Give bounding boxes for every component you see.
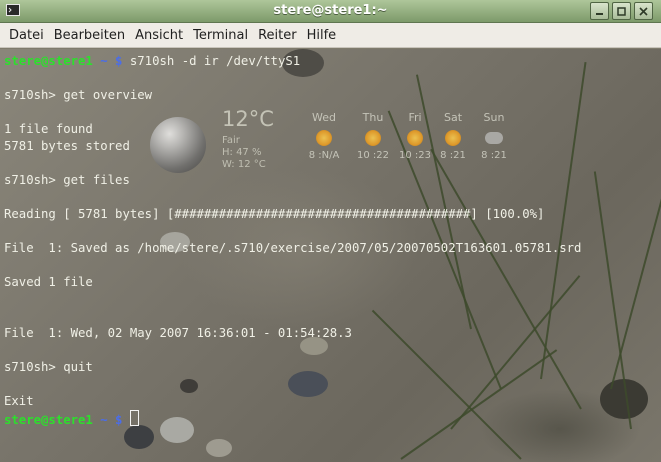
terminal-line: Reading [ 5781 bytes] [#################…	[4, 207, 545, 221]
terminal-area[interactable]: 12°C Fair H: 47 % W: 12 °C Wed 8 :N/A Th…	[0, 49, 661, 462]
terminal-line: Saved 1 file	[4, 275, 93, 289]
prompt-user: stere@stere1	[4, 413, 93, 427]
prompt-user: stere@stere1	[4, 54, 93, 68]
terminal-line: File 1: Saved as /home/stere/.s710/exerc…	[4, 241, 582, 255]
prompt-symbol: ~ $	[92, 54, 130, 68]
pebble	[124, 425, 154, 449]
close-button[interactable]	[634, 2, 653, 20]
terminal-window: stere@stere1:~ Datei Bearbeiten Ansicht …	[0, 0, 661, 462]
terminal-line: s710sh> get overview	[4, 88, 153, 102]
menu-bar: Datei Bearbeiten Ansicht Terminal Reiter…	[0, 23, 661, 48]
menu-terminal[interactable]: Terminal	[193, 28, 248, 43]
text-cursor	[129, 410, 139, 426]
minimize-button[interactable]	[590, 2, 609, 20]
terminal-line: 1 file found	[4, 122, 93, 136]
pebble	[206, 439, 232, 457]
menu-hilfe[interactable]: Hilfe	[307, 28, 337, 43]
terminal-prompt-line: stere@stere1 ~ $	[4, 410, 659, 427]
menu-bearbeiten[interactable]: Bearbeiten	[54, 28, 125, 43]
terminal-line: Exit	[4, 394, 34, 408]
minimize-icon	[596, 12, 603, 15]
prompt-symbol: ~ $	[92, 413, 130, 427]
window-title: stere@stere1:~	[273, 3, 388, 18]
terminal-output[interactable]: stere@stere1 ~ $ s710sh -d ir /dev/ttyS1…	[4, 53, 659, 427]
close-icon	[639, 6, 648, 16]
prompt-command: s710sh -d ir /dev/ttyS1	[129, 54, 301, 68]
terminal-line: File 1: Wed, 02 May 2007 16:36:01 - 01:5…	[4, 326, 352, 340]
title-bar[interactable]: stere@stere1:~	[0, 0, 661, 23]
menu-datei[interactable]: Datei	[9, 28, 44, 43]
terminal-line: s710sh> quit	[4, 360, 93, 374]
maximize-icon	[617, 6, 626, 16]
menu-reiter[interactable]: Reiter	[258, 28, 297, 43]
terminal-line: 5781 bytes stored	[4, 139, 130, 153]
maximize-button[interactable]	[612, 2, 631, 20]
terminal-prompt-line: stere@stere1 ~ $ s710sh -d ir /dev/ttyS1	[4, 53, 659, 70]
menu-ansicht[interactable]: Ansicht	[135, 28, 183, 43]
terminal-line: s710sh> get files	[4, 173, 130, 187]
